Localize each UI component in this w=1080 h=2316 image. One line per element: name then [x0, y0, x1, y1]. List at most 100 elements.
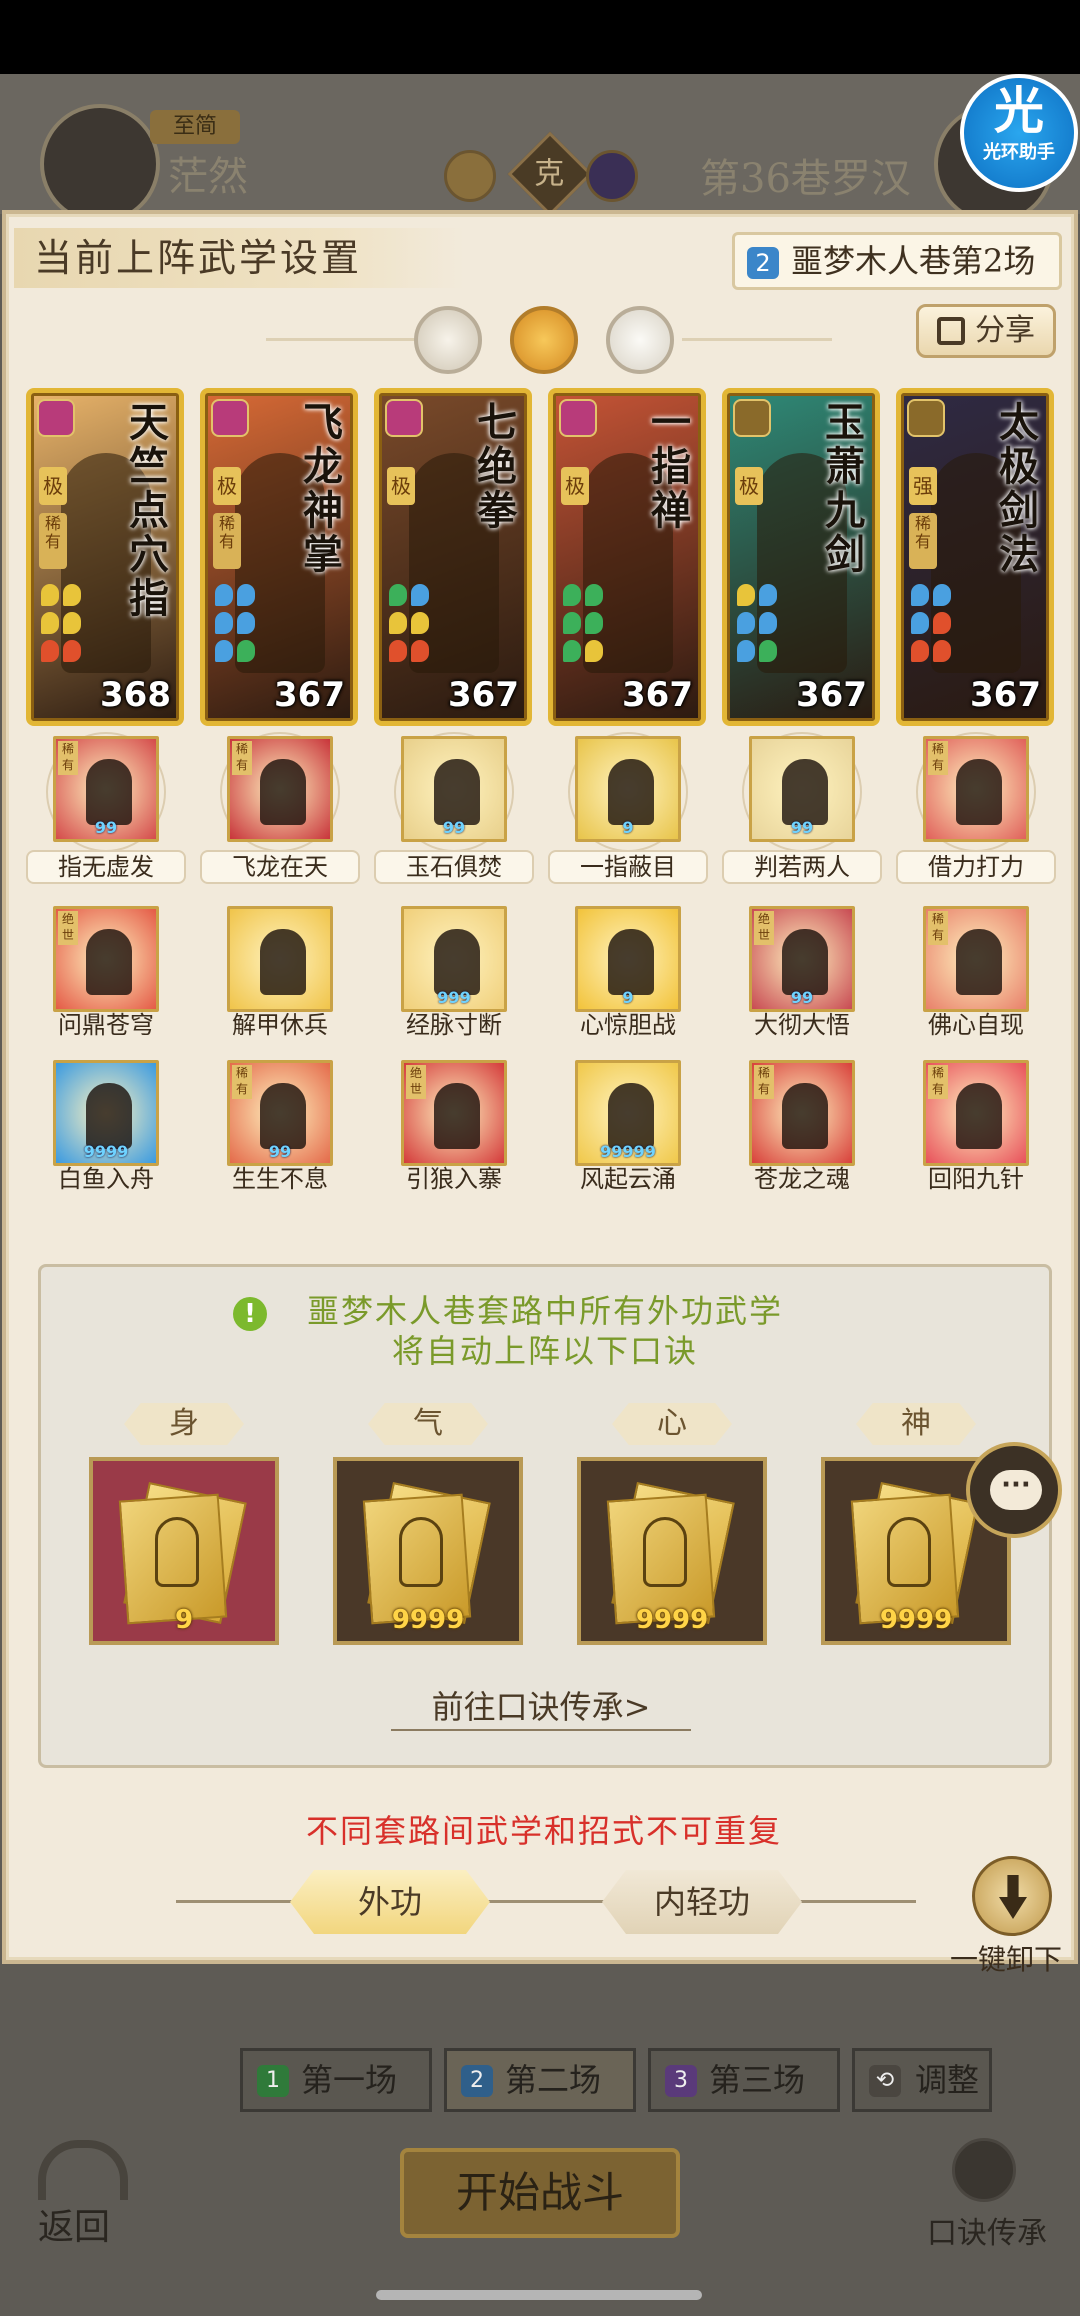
formula-inherit-button[interactable]: 口诀传承 — [912, 2138, 1062, 2258]
formula-level: 9999 — [635, 1605, 709, 1635]
skill-silhouette — [260, 929, 306, 995]
element-dot — [63, 612, 81, 634]
skill-slot[interactable]: 绝世 问鼎苍穹 — [26, 902, 186, 1052]
card-power: 367 — [274, 675, 345, 715]
element-dot — [585, 612, 603, 634]
unload-all-label: 一键卸下 — [950, 1943, 1063, 1976]
skill-label: 判若两人 — [722, 850, 882, 884]
element-dot — [215, 640, 233, 662]
duplicate-warning: 不同套路间武学和招式不可重复 — [305, 1812, 782, 1850]
formula-category: 神 — [856, 1403, 976, 1445]
skill-slot[interactable]: 稀有 99 生生不息 — [200, 1056, 360, 1206]
tab-outer[interactable]: 外功 — [290, 1870, 490, 1934]
skill-label: 生生不息 — [232, 1165, 328, 1193]
skill-icon: 9999 — [53, 1060, 159, 1166]
element-dot — [759, 584, 777, 606]
element-dot — [737, 584, 755, 606]
formula-slot[interactable]: 心 9999 — [577, 1403, 767, 1645]
skill-slot[interactable]: 稀有 回阳九针 — [896, 1056, 1056, 1206]
formula-inherit-link[interactable]: 前往口诀传承> — [391, 1687, 691, 1731]
skill-silhouette — [608, 759, 654, 825]
ring-orb-icon[interactable] — [606, 306, 674, 374]
skill-level: 9999 — [83, 1142, 129, 1161]
home-indicator[interactable] — [376, 2290, 702, 2300]
element-dot — [585, 640, 603, 662]
school-badge-icon — [37, 399, 75, 437]
skill-slot[interactable]: 稀有 苍龙之魂 — [722, 1056, 882, 1206]
element-dot — [63, 640, 81, 662]
pose-icon — [887, 1517, 931, 1587]
skill-slot[interactable]: 999 经脉寸断 — [374, 902, 534, 1052]
element-dots — [39, 583, 89, 667]
skill-slot[interactable]: 99 判若两人 — [722, 732, 882, 884]
skill-rarity: 稀有 — [754, 1065, 774, 1099]
skill-icon: 99 — [749, 736, 855, 842]
element-dot — [237, 584, 255, 606]
share-button[interactable]: 分享 — [916, 304, 1056, 358]
orb-divider — [682, 338, 832, 341]
martial-art-card[interactable]: 极 七绝拳 367 — [374, 388, 532, 726]
skill-label: 佛心自现 — [928, 1011, 1024, 1039]
card-name: 一指禅 — [651, 399, 691, 534]
skill-slot[interactable]: 99 玉石俱焚 — [374, 732, 534, 884]
stage-selector[interactable]: 2 噩梦木人巷第2场 — [732, 232, 1062, 290]
martial-art-card[interactable]: 极稀有 飞龙神掌 367 — [200, 388, 358, 726]
skill-silhouette — [86, 759, 132, 825]
skill-slot[interactable]: 稀有 99 指无虚发 — [26, 732, 186, 884]
skill-slot[interactable]: 稀有 借力打力 — [896, 732, 1056, 884]
tab-inner[interactable]: 内轻功 — [602, 1870, 802, 1934]
round-tab[interactable]: 1 第一场 — [240, 2048, 432, 2112]
martial-art-card[interactable]: 极 一指禅 367 — [548, 388, 706, 726]
grade-tag: 强 — [909, 467, 937, 505]
formula-slot[interactable]: 身9 — [89, 1403, 279, 1645]
skill-icon: 稀有 — [923, 906, 1029, 1012]
round-tab[interactable]: 3 第三场 — [648, 2048, 840, 2112]
skill-label: 风起云涌 — [580, 1165, 676, 1193]
skill-slot[interactable]: 绝世 引狼入寨 — [374, 1056, 534, 1206]
martial-art-card[interactable]: 极稀有 天竺点穴指 368 — [26, 388, 184, 726]
skill-slot[interactable]: 9 心惊胆战 — [548, 902, 708, 1052]
sun-orb-icon[interactable] — [510, 306, 578, 374]
grade-tag: 极 — [213, 467, 241, 505]
moon-orb-icon[interactable] — [414, 306, 482, 374]
pose-icon — [155, 1517, 199, 1587]
card-name: 天竺点穴指 — [129, 399, 169, 622]
skill-level: 99 — [442, 818, 466, 837]
skill-level: 999 — [437, 988, 471, 1007]
start-battle-button[interactable]: 开始战斗 — [400, 2148, 680, 2238]
skill-slot[interactable]: 9999 白鱼入舟 — [26, 1056, 186, 1206]
formula-level: 9999 — [879, 1605, 953, 1635]
skill-slot[interactable]: 9 一指蔽目 — [548, 732, 708, 884]
chat-button[interactable]: ··· — [966, 1442, 1062, 1538]
unload-all-button[interactable] — [972, 1856, 1052, 1936]
skill-rarity: 稀有 — [232, 1065, 252, 1099]
skill-label: 引狼入寨 — [406, 1165, 502, 1193]
skill-slot[interactable]: 99999 风起云涌 — [548, 1056, 708, 1206]
skill-silhouette — [260, 759, 306, 825]
back-button[interactable]: 返回 — [28, 2140, 148, 2250]
martial-arts-cards: 极稀有 天竺点穴指 368 极稀有 飞龙神掌 367 极 七绝拳 367 极 一指禅 367 极 玉萧九剑… — [26, 388, 1066, 728]
skill-slot[interactable]: 解甲休兵 — [200, 902, 360, 1052]
skill-slot[interactable]: 稀有 飞龙在天 — [200, 732, 360, 884]
skill-label: 苍龙之魂 — [754, 1165, 850, 1193]
skill-slot[interactable]: 稀有 佛心自现 — [896, 902, 1056, 1052]
skill-silhouette — [782, 1083, 828, 1149]
formula-slot[interactable]: 气 9999 — [333, 1403, 523, 1645]
orb-divider — [266, 338, 416, 341]
element-dot — [411, 584, 429, 606]
adjust-button[interactable]: ⟲ 调整 — [852, 2048, 992, 2112]
skill-label: 心惊胆战 — [580, 1011, 676, 1039]
round-label: 第一场 — [301, 2061, 398, 2099]
skill-label: 一指蔽目 — [548, 850, 708, 884]
martial-art-card[interactable]: 极 玉萧九剑 367 — [722, 388, 880, 726]
assistant-overlay-button[interactable]: 光 光环助手 — [960, 74, 1078, 192]
element-dot — [41, 612, 59, 634]
skill-slot[interactable]: 绝世 99 大彻大悟 — [722, 902, 882, 1052]
skill-silhouette — [956, 759, 1002, 825]
school-badge-icon — [211, 399, 249, 437]
round-tab[interactable]: 2 第二场 — [444, 2048, 636, 2112]
element-dots — [213, 583, 263, 667]
element-dot — [215, 584, 233, 606]
share-icon — [937, 317, 965, 345]
martial-art-card[interactable]: 强稀有 太极剑法 367 — [896, 388, 1054, 726]
